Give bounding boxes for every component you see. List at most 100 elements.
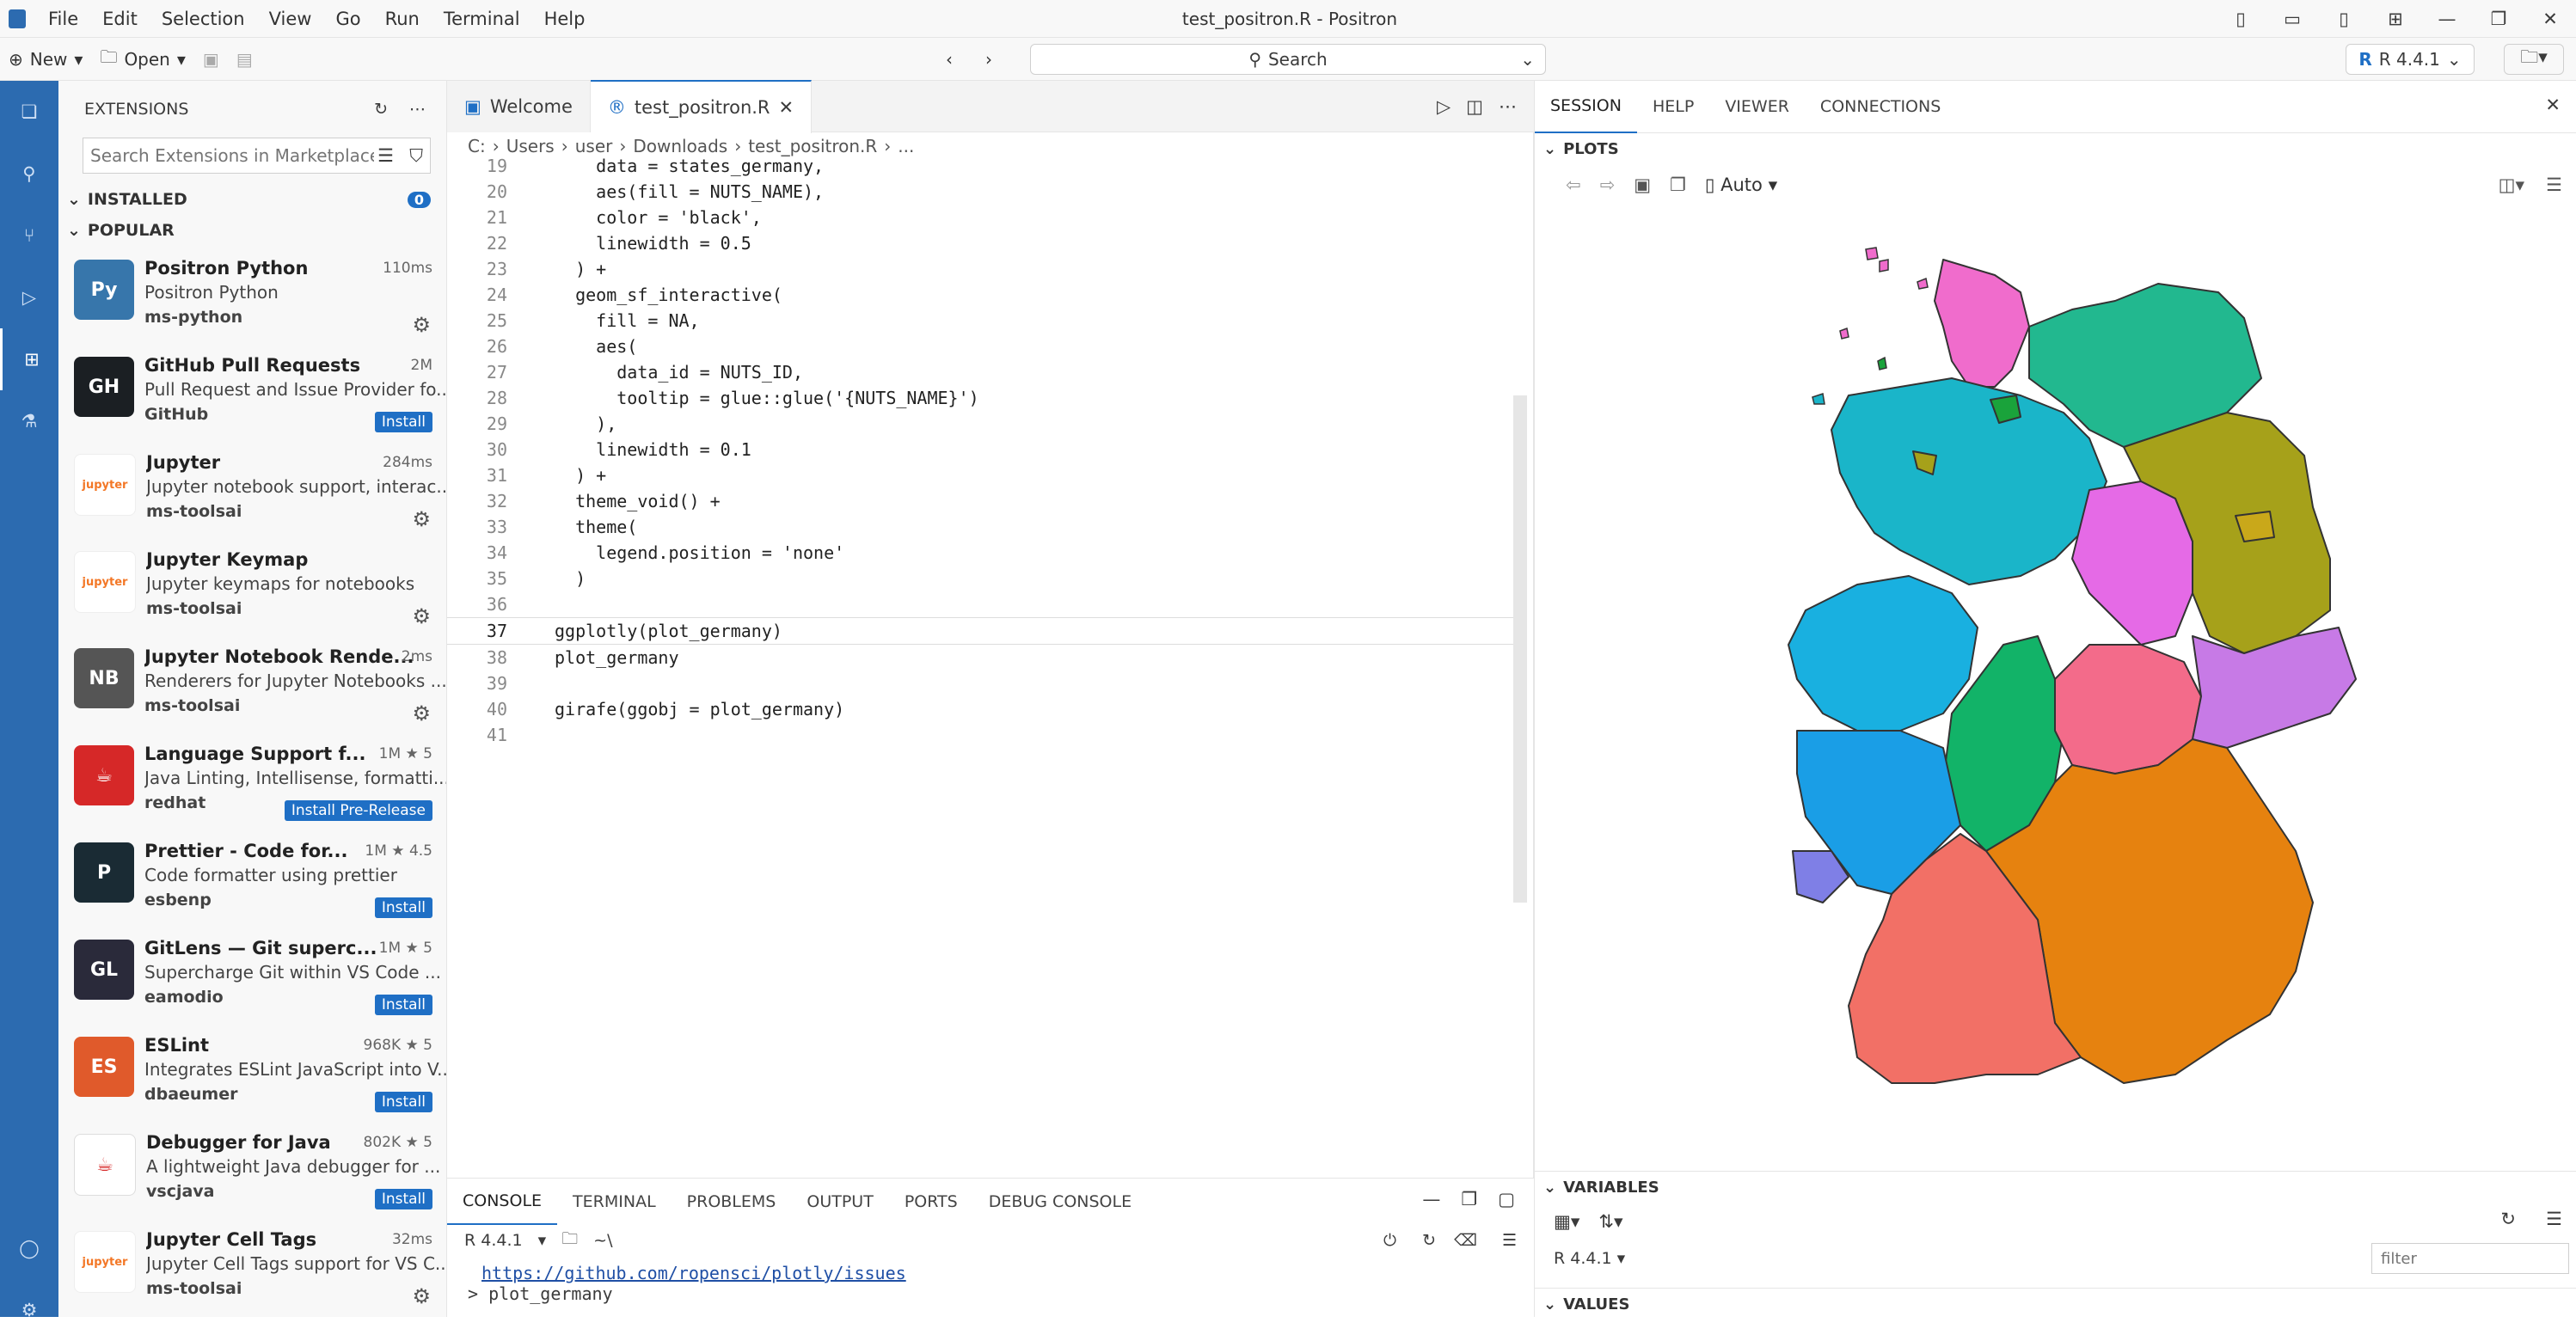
- install-button[interactable]: Install Pre-Release: [284, 800, 432, 821]
- maximize-panel-icon[interactable]: ▢: [1498, 1189, 1515, 1209]
- more-actions-icon[interactable]: ⋯: [1499, 96, 1517, 117]
- install-button[interactable]: Install: [374, 1189, 432, 1209]
- open-button[interactable]: 🗀 Open ▾: [91, 43, 193, 76]
- layout-customize-icon[interactable]: ⊞: [2370, 9, 2421, 29]
- menu-go[interactable]: Go: [323, 0, 372, 38]
- values-section[interactable]: ⌄ VALUES: [1535, 1288, 2576, 1320]
- code-line[interactable]: 37 ggplotly(plot_germany): [447, 617, 1513, 645]
- install-button[interactable]: Install: [374, 412, 432, 432]
- panel-tab-problems[interactable]: PROBLEMS: [672, 1179, 792, 1224]
- maximize-icon[interactable]: ❐: [2473, 9, 2524, 29]
- code-editor[interactable]: 19 data = states_germany, 20 aes(fill = N…: [447, 153, 1513, 748]
- editor-scrollbar[interactable]: [1513, 395, 1527, 903]
- install-button[interactable]: Install: [374, 995, 432, 1015]
- search-icon[interactable]: ⚲: [0, 143, 58, 205]
- menu-selection[interactable]: Selection: [150, 0, 257, 38]
- menu-run[interactable]: Run: [373, 0, 432, 38]
- restart-icon[interactable]: ↻: [1422, 1231, 1436, 1250]
- plot-layout-icon[interactable]: ◫▾: [2499, 175, 2524, 195]
- code-line[interactable]: 30 linewidth = 0.1: [447, 437, 1513, 462]
- panel-tab-debug-console[interactable]: DEBUG CONSOLE: [973, 1179, 1147, 1224]
- forward-icon[interactable]: ›: [977, 43, 1001, 76]
- save-plot-icon[interactable]: ▣: [1634, 175, 1651, 195]
- menu-terminal[interactable]: Terminal: [432, 0, 532, 38]
- code-line[interactable]: 19 data = states_germany,: [447, 153, 1513, 179]
- code-line[interactable]: 26 aes(: [447, 334, 1513, 359]
- split-editor-icon[interactable]: ◫: [1466, 96, 1483, 117]
- code-line[interactable]: 21 color = 'black',: [447, 205, 1513, 230]
- minimize-icon[interactable]: —: [2421, 9, 2473, 29]
- code-line[interactable]: 25 fill = NA,: [447, 308, 1513, 334]
- new-button[interactable]: ⊕ New ▾: [0, 43, 91, 76]
- extensions-icon[interactable]: ⊞: [0, 328, 61, 390]
- variables-filter-input[interactable]: [2371, 1243, 2569, 1274]
- code-line[interactable]: 41: [447, 722, 1513, 748]
- settings-gear-icon[interactable]: ⚙: [0, 1279, 58, 1341]
- germany-map-plot[interactable]: [1711, 232, 2416, 1135]
- install-button[interactable]: Install: [374, 897, 432, 918]
- code-line[interactable]: 34 legend.position = 'none': [447, 540, 1513, 566]
- code-line[interactable]: 29 ),: [447, 411, 1513, 437]
- clear-plots-icon[interactable]: ☰: [2546, 175, 2562, 195]
- manage-gear-icon[interactable]: ⚙: [412, 604, 431, 628]
- extensions-search-input[interactable]: [83, 144, 376, 167]
- extension-item[interactable]: jupyter Jupyter Keymap Jupyter keymaps for…: [58, 537, 446, 634]
- layout-panel-icon[interactable]: ▭: [2266, 9, 2318, 29]
- extension-item[interactable]: NB Jupyter Notebook Rende... Renderers for…: [58, 634, 446, 732]
- close-window-icon[interactable]: ✕: [2524, 9, 2576, 29]
- code-line[interactable]: 27 data_id = NUTS_ID,: [447, 359, 1513, 385]
- plots-section[interactable]: ⌄ PLOTS: [1535, 132, 2576, 164]
- variables-interpreter[interactable]: R 4.4.1 ▾: [1554, 1241, 1625, 1276]
- panel-tab-output[interactable]: OUTPUT: [791, 1179, 888, 1224]
- manage-gear-icon[interactable]: ⚙: [412, 1284, 431, 1308]
- command-search[interactable]: ⚲ Search ⌄: [1030, 44, 1546, 75]
- tab-welcome[interactable]: ▣ Welcome: [447, 80, 591, 132]
- extension-item[interactable]: jupyter Jupyter Cell Tags Jupyter Cell Tag…: [58, 1217, 446, 1314]
- console-link[interactable]: https://github.com/ropensci/plotly/issue…: [481, 1263, 1534, 1283]
- close-icon[interactable]: ✕: [779, 97, 794, 118]
- layout-sidebar-icon[interactable]: ▯: [2215, 9, 2266, 29]
- sort-icon[interactable]: ⇅▾: [1598, 1211, 1622, 1232]
- panel-tab-terminal[interactable]: TERMINAL: [557, 1179, 672, 1224]
- session-tab-help[interactable]: HELP: [1637, 81, 1709, 132]
- layout-secondary-icon[interactable]: ▯: [2318, 9, 2370, 29]
- install-button[interactable]: Install: [374, 1092, 432, 1112]
- code-line[interactable]: 35 ): [447, 566, 1513, 591]
- code-line[interactable]: 31 ) +: [447, 462, 1513, 488]
- extension-item[interactable]: jupyter Jupyter Jupyter notebook support, …: [58, 440, 446, 537]
- code-line[interactable]: 32 theme_void() +: [447, 488, 1513, 514]
- installed-section[interactable]: ⌄ INSTALLED 0: [58, 184, 446, 215]
- source-control-icon[interactable]: ⑂: [0, 205, 58, 266]
- next-plot-icon[interactable]: ⇨: [1600, 175, 1616, 195]
- explorer-icon[interactable]: ❏: [0, 81, 58, 143]
- variables-section[interactable]: ⌄ VARIABLES: [1535, 1171, 2576, 1203]
- workspace-folder-button[interactable]: 🗀▾: [2504, 44, 2564, 75]
- code-line[interactable]: 38 plot_germany: [447, 645, 1513, 670]
- manage-gear-icon[interactable]: ⚙: [412, 507, 431, 531]
- manage-gear-icon[interactable]: ⚙: [412, 313, 431, 337]
- code-line[interactable]: 40 girafe(ggobj = plot_germany): [447, 696, 1513, 722]
- testing-icon[interactable]: ⚗: [0, 390, 58, 452]
- clear-variables-icon[interactable]: ☰: [2546, 1209, 2562, 1229]
- plot-zoom-selector[interactable]: ▯ Auto ▾: [1705, 175, 1777, 195]
- menu-edit[interactable]: Edit: [90, 0, 150, 38]
- code-line[interactable]: 23 ) +: [447, 256, 1513, 282]
- close-icon[interactable]: ✕: [2545, 95, 2561, 115]
- extension-item[interactable]: P Prettier - Code for... Code formatter us…: [58, 829, 446, 926]
- refresh-variables-icon[interactable]: ↻: [2500, 1209, 2516, 1229]
- code-line[interactable]: 39: [447, 670, 1513, 696]
- extension-item[interactable]: GH GitHub Pull Requests Pull Request and I…: [58, 343, 446, 440]
- manage-gear-icon[interactable]: ⚙: [412, 701, 431, 726]
- interpreter-selector[interactable]: RR 4.4.1 ⌄: [2346, 44, 2475, 75]
- extension-item[interactable]: ☕ Language Support f... Java Linting, Inte…: [58, 732, 446, 829]
- menu-view[interactable]: View: [257, 0, 324, 38]
- tab-test-positron[interactable]: ® test_positron.R ✕: [590, 79, 813, 133]
- session-tab-session[interactable]: SESSION: [1535, 80, 1637, 133]
- copy-plot-icon[interactable]: ❐: [1670, 175, 1686, 195]
- code-line[interactable]: 22 linewidth = 0.5: [447, 230, 1513, 256]
- account-icon[interactable]: ◯: [0, 1217, 58, 1279]
- filter-icon[interactable]: ⛉: [409, 145, 423, 167]
- working-directory[interactable]: ~\: [593, 1231, 612, 1250]
- code-line[interactable]: 28 tooltip = glue::glue('{NUTS_NAME}'): [447, 385, 1513, 411]
- menu-help[interactable]: Help: [532, 0, 598, 38]
